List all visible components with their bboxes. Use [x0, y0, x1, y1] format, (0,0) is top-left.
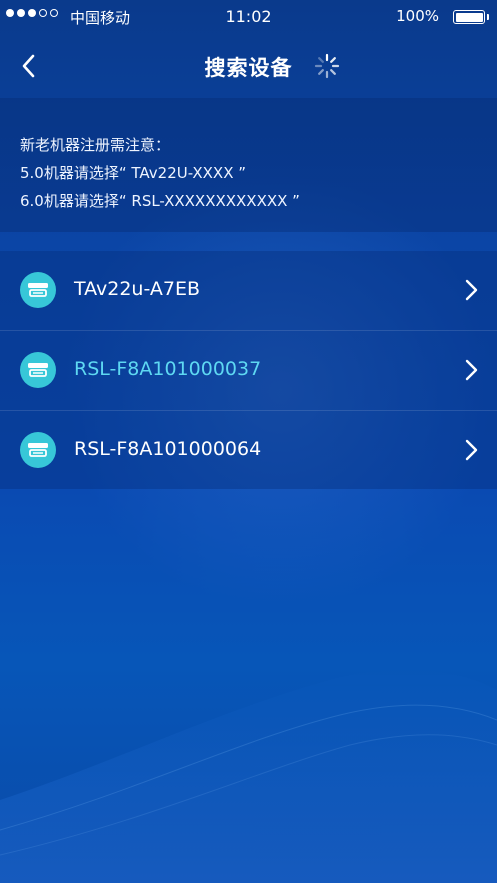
- battery-icon: [453, 10, 489, 24]
- notice-heading: 新老机器注册需注意：: [20, 136, 171, 154]
- chevron-right-icon: [465, 439, 478, 461]
- device-name: TAv22u-A7EB: [74, 278, 201, 300]
- nav-bar: 搜索设备: [0, 34, 497, 98]
- router-device-icon: [20, 352, 56, 388]
- device-list: TAv22u-A7EB RSL-F8A101000037 RSL-F8A1010…: [0, 251, 497, 489]
- chevron-right-icon: [465, 279, 478, 301]
- wave-background: [0, 669, 497, 883]
- chevron-right-icon: [465, 359, 478, 381]
- spinner-icon: [314, 53, 340, 79]
- battery-percent: 100%: [396, 7, 439, 25]
- notice-line-v5: 5.0机器请选择“ TAv22U-XXXX ”: [20, 164, 247, 182]
- list-item-device-1[interactable]: RSL-F8A101000037: [0, 331, 497, 410]
- notice-line-v6: 6.0机器请选择“ RSL-XXXXXXXXXXXX ”: [20, 192, 300, 210]
- device-name: RSL-F8A101000064: [74, 438, 262, 460]
- status-bar: 中国移动 11:02 100%: [0, 0, 497, 34]
- router-device-icon: [20, 272, 56, 308]
- device-name: RSL-F8A101000037: [74, 358, 262, 380]
- page-title: 搜索设备: [204, 56, 293, 80]
- router-device-icon: [20, 432, 56, 468]
- list-item-device-0[interactable]: TAv22u-A7EB: [0, 251, 497, 330]
- list-item-device-2[interactable]: RSL-F8A101000064: [0, 411, 497, 490]
- registration-notice: 新老机器注册需注意： 5.0机器请选择“ TAv22U-XXXX ” 6.0机器…: [0, 98, 497, 232]
